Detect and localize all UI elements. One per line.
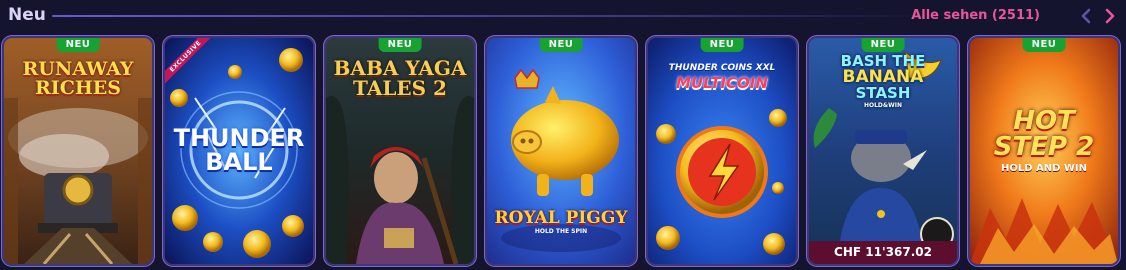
logo-line: STEP 2 bbox=[993, 132, 1095, 162]
new-badge: NEU bbox=[378, 38, 422, 52]
new-badge: NEU bbox=[1022, 38, 1066, 52]
game-tile-hot-step-2[interactable]: NEU HOT STEP 2 HOLD AND WIN bbox=[970, 38, 1118, 264]
new-badge: NEU bbox=[539, 38, 583, 52]
logo-line: BALL bbox=[205, 148, 273, 176]
logo-line: TALES 2 bbox=[353, 76, 447, 100]
game-logo: HOT STEP 2 HOLD AND WIN bbox=[974, 108, 1114, 174]
header-divider bbox=[52, 15, 926, 17]
new-badge: NEU bbox=[700, 38, 744, 52]
game-tile-baba-yaga-tales-2[interactable]: NEU BABA YAGA TALES 2 bbox=[326, 38, 474, 264]
game-logo: BASH THE BANANA STASH HOLD&WIN bbox=[813, 54, 953, 109]
logo-line: MULTICOIN bbox=[676, 74, 768, 92]
game-logo: THUNDER COINS XXL MULTICOIN bbox=[652, 64, 792, 91]
game-logo: BABA YAGA TALES 2 bbox=[330, 58, 470, 98]
game-tile-royal-piggy[interactable]: NEU ROYAL PIGGY HOLD THE SPIN bbox=[487, 38, 635, 264]
game-tile-thunder-ball[interactable]: EXCLUSIVE THUNDER BALL bbox=[165, 38, 313, 264]
game-tile-runaway-riches[interactable]: NEU RUNAWAY RICHES bbox=[4, 38, 152, 264]
section-header: Neu Alle sehen (2511) bbox=[0, 0, 1126, 34]
section-title: Neu bbox=[8, 5, 46, 25]
logo-subtitle: HOLD&WIN bbox=[863, 102, 903, 109]
logo-line: HOT bbox=[1013, 106, 1075, 136]
new-badge: NEU bbox=[56, 38, 100, 52]
new-badge: NEU bbox=[861, 38, 905, 52]
logo-line: STASH bbox=[855, 84, 911, 102]
jackpot-amount: CHF 11'367.02 bbox=[809, 241, 957, 264]
logo-line: ROYAL PIGGY bbox=[494, 208, 628, 228]
game-tile-thunder-coins-xxl[interactable]: NEU THUNDER COINS XXL MULTICOIN bbox=[648, 38, 796, 264]
see-all-link[interactable]: Alle sehen (2511) bbox=[911, 8, 1040, 23]
chevron-right-icon[interactable] bbox=[1100, 7, 1118, 25]
logo-line: RICHES bbox=[35, 77, 121, 99]
game-logo: ROYAL PIGGY HOLD THE SPIN bbox=[491, 210, 631, 235]
game-logo: RUNAWAY RICHES bbox=[8, 60, 148, 98]
logo-subtitle: HOLD THE SPIN bbox=[534, 228, 588, 235]
logo-subtitle: HOLD AND WIN bbox=[1000, 163, 1088, 174]
logo-line: THUNDER bbox=[173, 124, 305, 152]
game-logo: THUNDER BALL bbox=[169, 126, 309, 174]
logo-line: THUNDER COINS XXL bbox=[668, 63, 776, 73]
game-tile-bash-the-banana-stash[interactable]: NEU BASH THE BANANA STASH HOLD&WIN CHF 1… bbox=[809, 38, 957, 264]
logo-line: BABA YAGA bbox=[333, 56, 467, 80]
chevron-left-icon[interactable] bbox=[1078, 7, 1096, 25]
